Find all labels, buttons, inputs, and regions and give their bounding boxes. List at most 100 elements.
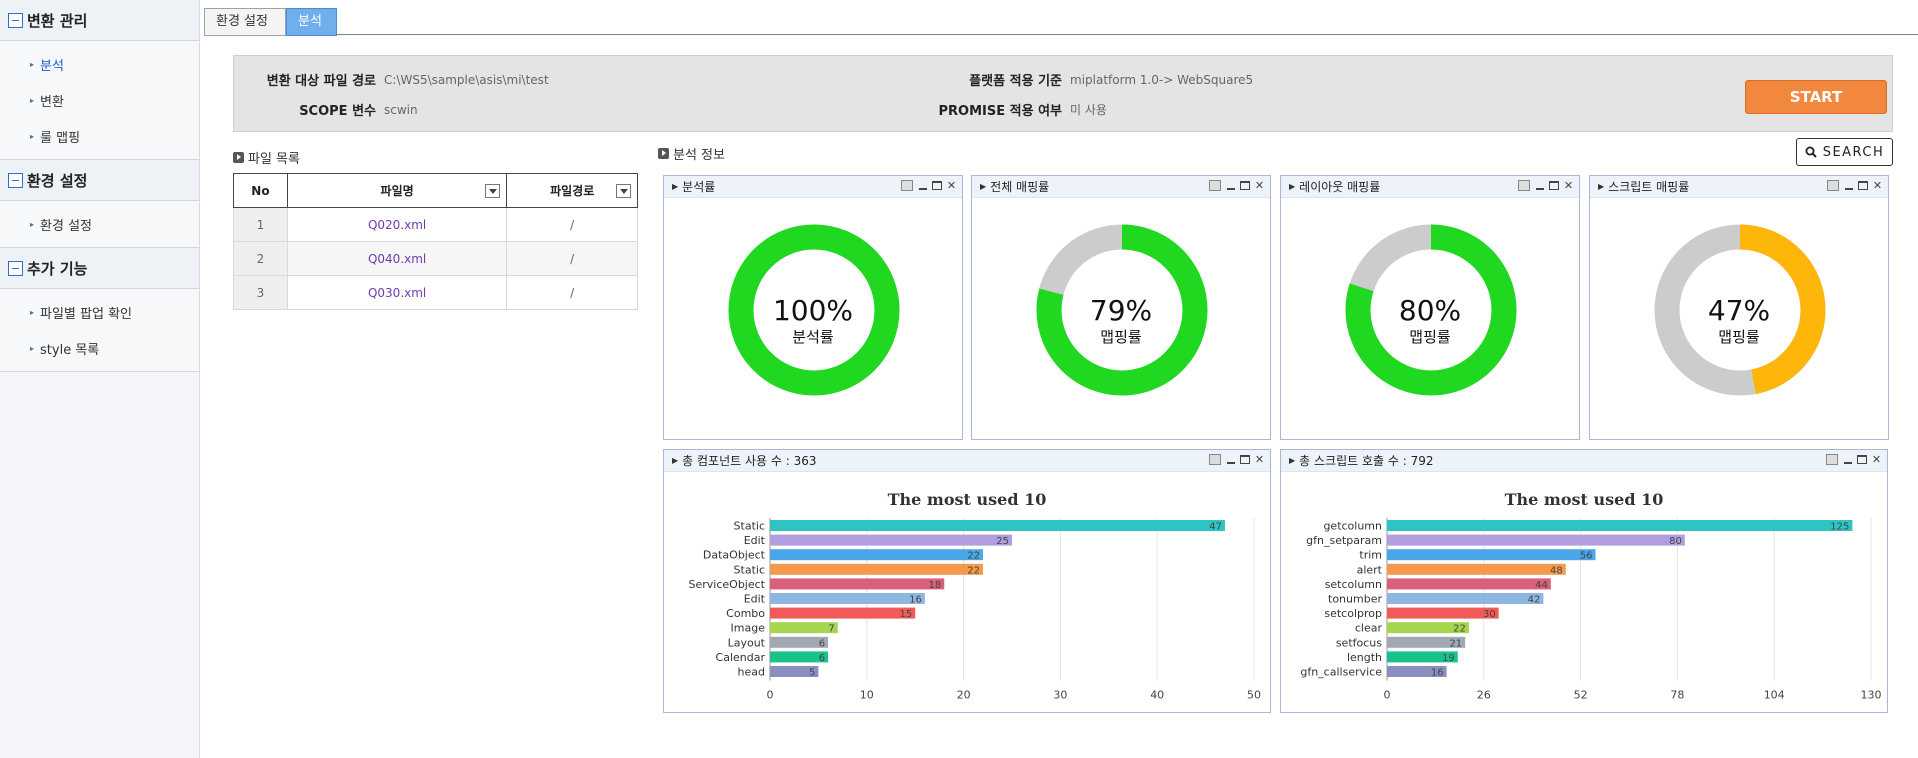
maximize-icon[interactable] — [1240, 181, 1250, 190]
minimize-icon[interactable] — [1843, 180, 1854, 191]
restore-icon[interactable] — [1827, 180, 1839, 191]
panel-title: 레이아웃 매핑률 — [1299, 180, 1381, 194]
close-icon[interactable]: ✕ — [1254, 180, 1265, 191]
minimize-icon[interactable] — [1225, 180, 1236, 191]
restore-icon[interactable] — [1826, 454, 1838, 465]
sidebar-section-settings[interactable]: 환경 설정 — [0, 160, 199, 201]
filter-dropdown-icon[interactable] — [616, 184, 631, 198]
bar[interactable] — [770, 607, 916, 619]
x-tick-label: 104 — [1764, 689, 1785, 702]
category-label: getcolumn — [1323, 520, 1382, 533]
category-label: trim — [1359, 549, 1382, 562]
sidebar-item-label: 환경 설정 — [40, 218, 92, 234]
cell-no: 1 — [233, 207, 288, 242]
close-icon[interactable]: ✕ — [1872, 180, 1883, 191]
table-row[interactable]: 1 Q020.xml / — [233, 207, 638, 242]
close-icon[interactable]: ✕ — [1563, 180, 1574, 191]
search-icon — [1805, 146, 1817, 158]
cell-filename[interactable]: Q030.xml — [286, 275, 508, 310]
category-label: setcolumn — [1325, 578, 1382, 591]
bar[interactable] — [1387, 563, 1566, 575]
cell-filepath: / — [506, 241, 638, 276]
donut-chart: 79% 맵핑률 — [972, 198, 1270, 439]
bar[interactable] — [770, 563, 983, 575]
column-header-no[interactable]: No — [233, 173, 288, 208]
cell-filename[interactable]: Q040.xml — [286, 241, 508, 276]
collapse-icon[interactable] — [8, 172, 23, 188]
sidebar-item-rule-mapping[interactable]: ▸ 룰 맵핑 — [0, 118, 199, 154]
donut-panel: ▶ 분석률 ✕ 100% 분석률 — [663, 175, 963, 440]
panel-title: 총 스크립트 호출 수 : 792 — [1299, 454, 1434, 468]
maximize-icon[interactable] — [932, 181, 942, 190]
donut-panel: ▶ 스크립트 매핑률 ✕ 47% 맵핑률 — [1589, 175, 1889, 440]
bar[interactable] — [1387, 549, 1596, 561]
restore-icon[interactable] — [1209, 180, 1221, 191]
column-header-filename[interactable]: 파일명 — [286, 173, 508, 208]
x-tick-label: 130 — [1861, 689, 1882, 702]
panel-header[interactable]: ▶ 총 컴포넌트 사용 수 : 363 — [664, 450, 1270, 472]
restore-icon[interactable] — [1518, 180, 1530, 191]
search-button[interactable]: SEARCH — [1796, 138, 1893, 166]
bar[interactable] — [770, 520, 1225, 531]
analysis-title: 분석 정보 — [673, 148, 725, 163]
minimize-icon[interactable] — [917, 180, 928, 191]
category-label: Combo — [726, 607, 765, 620]
sidebar-item-style-list[interactable]: ▸ style 목록 — [0, 330, 199, 366]
sidebar-item-popup-check[interactable]: ▸ 파일별 팝업 확인 — [0, 294, 199, 330]
bar[interactable] — [770, 534, 1012, 546]
collapse-icon[interactable] — [8, 12, 23, 28]
column-header-label: 파일명 — [380, 184, 414, 198]
category-label: Static — [734, 563, 765, 576]
maximize-icon[interactable] — [1549, 181, 1559, 190]
bar[interactable] — [1387, 534, 1685, 546]
tab-analysis[interactable]: 분석 — [286, 8, 337, 36]
bar[interactable] — [1387, 520, 1853, 531]
category-label: head — [738, 666, 765, 679]
bar[interactable] — [1387, 593, 1544, 604]
tab-settings[interactable]: 환경 설정 — [204, 8, 286, 36]
maximize-icon[interactable] — [1857, 455, 1867, 464]
bar-value-label: 22 — [1453, 624, 1466, 635]
restore-icon[interactable] — [901, 180, 913, 191]
panel-title: 분석률 — [682, 180, 716, 194]
close-icon[interactable]: ✕ — [1871, 454, 1882, 465]
close-icon[interactable]: ✕ — [946, 180, 957, 191]
cell-filepath: / — [506, 207, 638, 242]
panel-controls: ✕ — [1209, 180, 1265, 191]
tab-bar: 환경 설정 분석 — [204, 8, 1918, 36]
bar[interactable] — [770, 549, 983, 561]
donut-caption: 맵핑률 — [1718, 328, 1760, 346]
maximize-icon[interactable] — [1858, 181, 1868, 190]
close-icon[interactable]: ✕ — [1254, 454, 1265, 465]
maximize-icon[interactable] — [1240, 455, 1250, 464]
sidebar-group-settings: ▸ 환경 설정 — [0, 201, 199, 248]
bar[interactable] — [1387, 607, 1499, 619]
minimize-icon[interactable] — [1225, 454, 1236, 465]
bar-chart-svg: 0 26 52 78 104 130 getcolumn 125 gfn_setparam 80 t… — [1300, 518, 1882, 702]
filter-dropdown-icon[interactable] — [485, 184, 501, 198]
sidebar-item-analysis[interactable]: ▸ 분석 — [0, 46, 199, 82]
sidebar-section-extras[interactable]: 추가 기능 — [0, 248, 199, 289]
category-label: Static — [734, 520, 765, 533]
sidebar-section-title: 추가 기능 — [27, 259, 88, 278]
category-label: gfn_setparam — [1306, 534, 1382, 547]
bar-value-label: 16 — [909, 595, 922, 606]
collapse-icon[interactable] — [8, 260, 23, 276]
table-row[interactable]: 3 Q030.xml / — [233, 275, 638, 310]
minimize-icon[interactable] — [1842, 454, 1853, 465]
bar-value-label: 15 — [899, 609, 912, 620]
table-row[interactable]: 2 Q040.xml / — [233, 241, 638, 276]
start-button[interactable]: START — [1745, 80, 1887, 114]
category-label: Edit — [744, 593, 766, 606]
sidebar-section-conversion[interactable]: 변환 관리 — [0, 0, 199, 41]
restore-icon[interactable] — [1209, 454, 1221, 465]
panel-header[interactable]: ▶ 총 스크립트 호출 수 : 792 — [1281, 450, 1887, 472]
column-header-filepath[interactable]: 파일경로 — [506, 173, 638, 208]
sidebar-item-convert[interactable]: ▸ 변환 — [0, 82, 199, 118]
bar[interactable] — [770, 578, 945, 590]
bar[interactable] — [1387, 578, 1551, 590]
sidebar-item-settings[interactable]: ▸ 환경 설정 — [0, 206, 199, 242]
bar[interactable] — [770, 593, 925, 604]
cell-filename[interactable]: Q020.xml — [286, 207, 508, 242]
minimize-icon[interactable] — [1534, 180, 1545, 191]
